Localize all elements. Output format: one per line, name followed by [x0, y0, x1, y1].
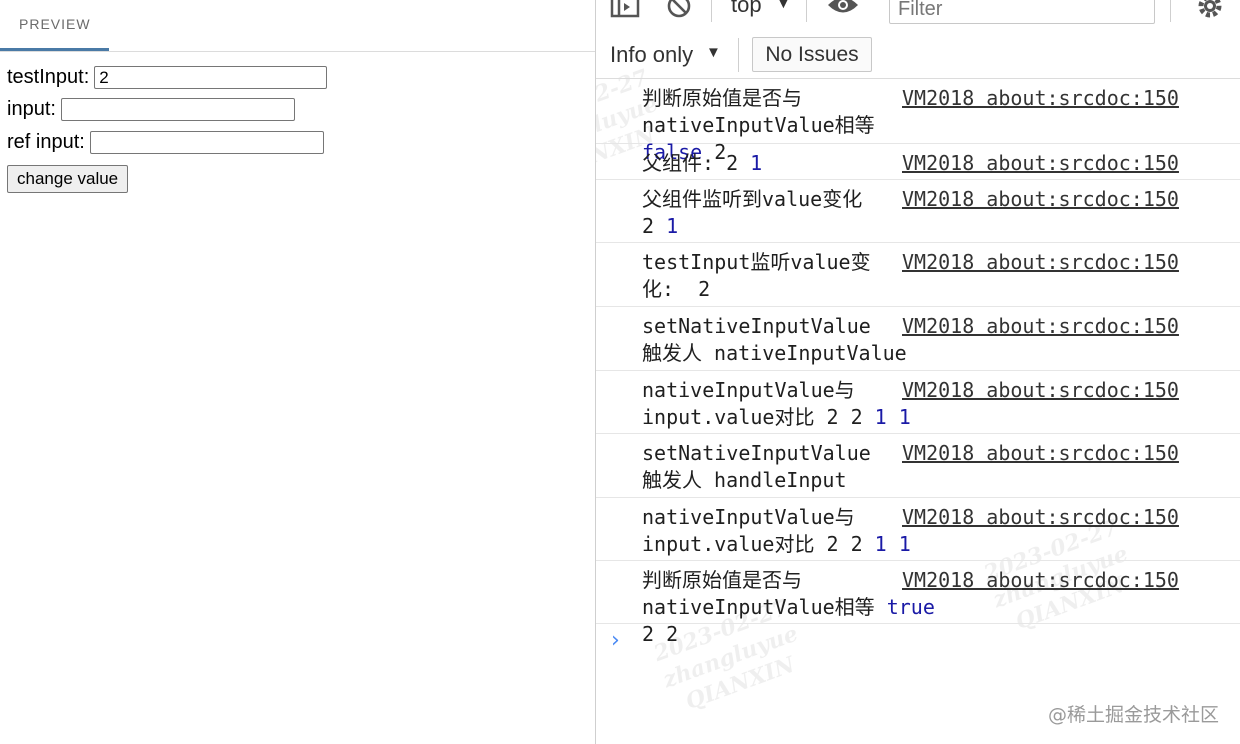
message-text: 父组件监听到value变化 2 1 — [642, 187, 863, 238]
console-toolbar: top ▼ — [596, 0, 1240, 28]
console-message: setNativeInputValue 触发人 nativeInputValue … — [596, 307, 1240, 371]
console-message: nativeInputValue与 input.value对比 2 2 1 1 V… — [596, 498, 1240, 561]
message-text: 判断原始值是否与 nativeInputValue相等 true 2 2 — [642, 568, 947, 646]
toolbar-separator — [711, 0, 712, 22]
message-source-link[interactable]: VM2018 about:srcdoc:150 — [902, 567, 1179, 594]
ref-input-row: ref input: — [7, 131, 324, 154]
pane-divider[interactable] — [595, 0, 596, 744]
message-text: nativeInputValue与 input.value对比 2 2 1 1 — [642, 505, 911, 556]
clear-console-icon[interactable] — [666, 0, 692, 25]
message-source-link[interactable]: VM2018 about:srcdoc:150 — [902, 249, 1179, 276]
tab-preview-label: PREVIEW — [19, 16, 91, 32]
test-input-label: testInput: — [7, 66, 90, 88]
message-source-link[interactable]: VM2018 about:srcdoc:150 — [902, 85, 1179, 112]
message-text: setNativeInputValue 触发人 handleInput — [642, 441, 871, 492]
message-source-link[interactable]: VM2018 about:srcdoc:150 — [902, 504, 1179, 531]
console-pane: top ▼ Info only ▼ No Issues 判断原始值是否与nati… — [596, 0, 1240, 744]
sidebar-toggle-icon[interactable] — [610, 0, 640, 25]
console-message: setNativeInputValue 触发人 handleInput VM201… — [596, 434, 1240, 498]
toolbar-separator — [806, 0, 807, 22]
gear-icon[interactable] — [1196, 0, 1224, 25]
tab-preview[interactable]: PREVIEW — [0, 0, 109, 51]
console-prompt-icon[interactable]: › — [611, 628, 620, 653]
message-source-link[interactable]: VM2018 about:srcdoc:150 — [902, 186, 1179, 213]
eye-icon[interactable] — [826, 0, 860, 23]
change-value-button[interactable]: change value — [7, 165, 129, 193]
chevron-down-icon: ▼ — [776, 0, 791, 12]
console-messages: 判断原始值是否与 nativeInputValue相等 false 2 VM201… — [596, 79, 1240, 646]
message-text: nativeInputValue与 input.value对比 2 2 1 1 — [642, 378, 911, 429]
test-input-field[interactable] — [94, 66, 328, 89]
input-row: input: — [7, 98, 295, 121]
test-input-row: testInput: — [7, 66, 328, 89]
chevron-down-icon: ▼ — [706, 44, 721, 61]
preview-tab-bar: PREVIEW — [0, 0, 595, 52]
console-filter-bar: Info only ▼ No Issues — [596, 36, 1240, 79]
message-text: setNativeInputValue 触发人 nativeInputValue — [642, 314, 907, 365]
input-label: input: — [7, 98, 56, 120]
filter-input[interactable] — [889, 0, 1155, 24]
message-source-link[interactable]: VM2018 about:srcdoc:150 — [902, 150, 1179, 177]
message-text: testInput监听value变 化: 2 — [642, 250, 871, 301]
message-text: 父组件: 2 1 — [642, 151, 763, 175]
message-source-link[interactable]: VM2018 about:srcdoc:150 — [902, 313, 1179, 340]
log-level-dropdown[interactable]: Info only — [610, 42, 693, 68]
console-message: 判断原始值是否与 nativeInputValue相等 true 2 2 VM20… — [596, 561, 1240, 646]
toolbar-separator — [1170, 0, 1171, 22]
input-field[interactable] — [60, 98, 295, 121]
message-source-link[interactable]: VM2018 about:srcdoc:150 — [902, 440, 1179, 467]
console-message: 父组件: 2 1 VM2018 about:srcdoc:150 — [596, 144, 1240, 180]
console-message: 父组件监听到value变化 2 1 VM2018 about:srcdoc:150 — [596, 180, 1240, 243]
issues-button[interactable]: No Issues — [752, 37, 872, 72]
console-message: 判断原始值是否与 nativeInputValue相等 false 2 VM201… — [596, 79, 1240, 164]
ref-input-label: ref input: — [7, 131, 85, 153]
message-source-link[interactable]: VM2018 about:srcdoc:150 — [902, 377, 1179, 404]
context-selector[interactable]: top — [731, 0, 762, 18]
toolbar-separator — [738, 38, 739, 72]
console-message: testInput监听value变 化: 2 VM2018 about:srcdo… — [596, 243, 1240, 307]
console-message: nativeInputValue与 input.value对比 2 2 1 1 V… — [596, 371, 1240, 434]
preview-pane: PREVIEW testInput: input: ref input: cha… — [0, 0, 595, 744]
ref-input-field[interactable] — [89, 131, 324, 154]
site-credit: @稀土掘金技术社区 — [1047, 704, 1219, 726]
